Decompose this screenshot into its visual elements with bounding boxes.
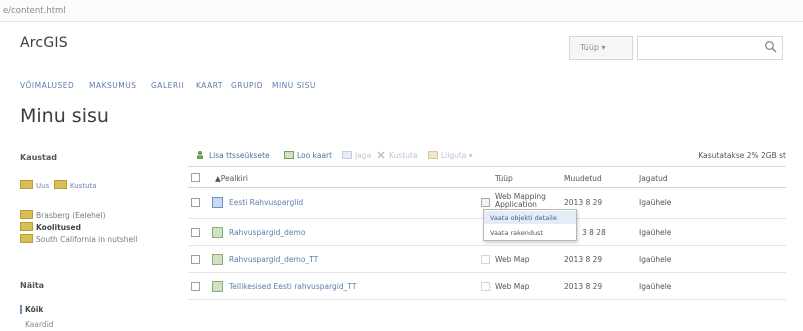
- close-icon: [377, 151, 385, 159]
- sidebar-folder-south-california[interactable]: South California in nutshell: [20, 234, 137, 245]
- item-title[interactable]: Rahvuspargid_demo: [229, 228, 305, 237]
- folder-icon: [20, 210, 33, 219]
- page-title: Minu sisu: [20, 105, 109, 127]
- web-map-icon: [212, 227, 223, 238]
- item-type: Web Map: [495, 282, 530, 291]
- table-row[interactable]: Rahvuspargid_demo_TT Web Map 2013 8 29 I…: [188, 246, 786, 273]
- column-title[interactable]: ▲Pealkiri: [215, 174, 248, 183]
- move-button[interactable]: Liiguta ▾: [428, 151, 473, 160]
- item-type: Web Mapping Application: [495, 192, 546, 209]
- url-text: e/content.html: [3, 6, 66, 16]
- item-title[interactable]: Tellikesised Eesti rahvuspargid_TT: [229, 282, 356, 291]
- item-shared: Igaühele: [639, 228, 672, 237]
- menu-item-view-details[interactable]: Vaata objekti detaile: [484, 211, 576, 224]
- item-modified: 2013 8 29: [564, 282, 603, 291]
- storage-quota: Kasutatakse 2% 2GB st: [698, 151, 786, 160]
- folder-icon: [54, 180, 67, 189]
- sidebar-folder-label: South California in nutshell: [36, 235, 138, 244]
- folders-heading: Kaustad: [20, 153, 58, 162]
- delete-button[interactable]: Kustuta: [376, 151, 417, 160]
- nav-item-my-content[interactable]: MINU SISU: [272, 81, 316, 90]
- item-modified: 3 8 28: [582, 228, 606, 237]
- share-label: Jaga: [355, 151, 372, 160]
- column-modified[interactable]: Muudetud: [564, 174, 602, 183]
- item-menu-icon[interactable]: [481, 198, 490, 207]
- item-shared: Igaühele: [639, 282, 672, 291]
- move-icon: [428, 151, 438, 159]
- search-input[interactable]: [637, 36, 783, 60]
- delete-label: Kustuta: [389, 151, 418, 160]
- table-row[interactable]: Tellikesised Eesti rahvuspargid_TT Web M…: [188, 273, 786, 300]
- item-shared: Igaühele: [639, 198, 672, 207]
- add-item-button[interactable]: Lisa ttsseüksete: [196, 151, 270, 160]
- filter-heading: Näita: [20, 281, 45, 290]
- column-shared[interactable]: Jagatud: [639, 174, 668, 183]
- select-all-checkbox[interactable]: [191, 173, 200, 182]
- item-context-menu: Vaata objekti detaile Vaata rakendust: [483, 209, 577, 241]
- item-modified: 2013 8 29: [564, 198, 603, 207]
- arcgis-logo[interactable]: ArcGIS: [20, 35, 68, 51]
- share-icon: [342, 151, 352, 159]
- web-app-icon: [212, 197, 223, 208]
- menu-item-view-app[interactable]: Vaata rakendust: [484, 226, 576, 239]
- nav-item-gallery[interactable]: GALERII: [151, 81, 184, 90]
- folder-icon: [20, 234, 33, 243]
- browser-url-bar[interactable]: e/content.html: [0, 0, 803, 22]
- row-checkbox[interactable]: [191, 198, 200, 207]
- delete-folder-label: Kustuta: [70, 182, 97, 190]
- table-header: ▲Pealkiri Tüüp Muudetud Jagatud: [188, 166, 786, 188]
- nav-item-features[interactable]: VÕIMALUSED: [20, 81, 74, 90]
- content-toolbar: Lisa ttsseüksete Loo kaart Jaga Kustuta …: [196, 151, 786, 163]
- filter-maps[interactable]: Kaardid: [20, 320, 54, 329]
- nav-item-groups[interactable]: GRUPID: [231, 81, 263, 90]
- web-map-icon: [212, 254, 223, 265]
- move-label: Liiguta ▾: [441, 151, 473, 160]
- new-folder-label: Uus: [36, 182, 50, 190]
- item-title[interactable]: Rahvuspargid_demo_TT: [229, 255, 318, 264]
- folder-icon: [20, 222, 33, 231]
- add-item-label: Lisa ttsseüksete: [209, 151, 270, 160]
- sidebar-folder-brasberg[interactable]: Brasberg (Eelehel): [20, 210, 106, 221]
- item-title[interactable]: Eesti Rahvusparglid: [229, 198, 303, 207]
- column-type[interactable]: Tüüp: [495, 174, 513, 183]
- filter-all[interactable]: Kõik: [20, 305, 43, 314]
- item-type: Web Map: [495, 255, 530, 264]
- add-icon: [197, 151, 203, 159]
- item-menu-icon[interactable]: [481, 255, 490, 264]
- create-map-button[interactable]: Loo kaart: [284, 151, 332, 160]
- row-checkbox[interactable]: [191, 255, 200, 264]
- search-type-dropdown[interactable]: Tüüp ▾: [569, 36, 633, 60]
- web-map-icon: [212, 281, 223, 292]
- nav-item-map[interactable]: KAART: [196, 81, 223, 90]
- sidebar-folder-label: Brasberg (Eelehel): [36, 211, 106, 220]
- item-menu-icon[interactable]: [481, 282, 490, 291]
- item-modified: 2013 8 29: [564, 255, 603, 264]
- row-checkbox[interactable]: [191, 282, 200, 291]
- delete-folder-button[interactable]: Kustuta: [54, 180, 97, 190]
- map-icon: [284, 151, 294, 159]
- share-button[interactable]: Jaga: [342, 151, 371, 160]
- row-checkbox[interactable]: [191, 228, 200, 237]
- create-map-label: Loo kaart: [297, 151, 333, 160]
- item-shared: Igaühele: [639, 255, 672, 264]
- new-folder-button[interactable]: Uus: [20, 180, 49, 190]
- sidebar-folder-koolitused[interactable]: Koolitused: [20, 222, 81, 233]
- folder-icon: [20, 180, 33, 189]
- search-icon[interactable]: [764, 40, 778, 54]
- sidebar-folder-label: Koolitused: [36, 223, 81, 232]
- nav-item-pricing[interactable]: MAKSUMUS: [89, 81, 137, 90]
